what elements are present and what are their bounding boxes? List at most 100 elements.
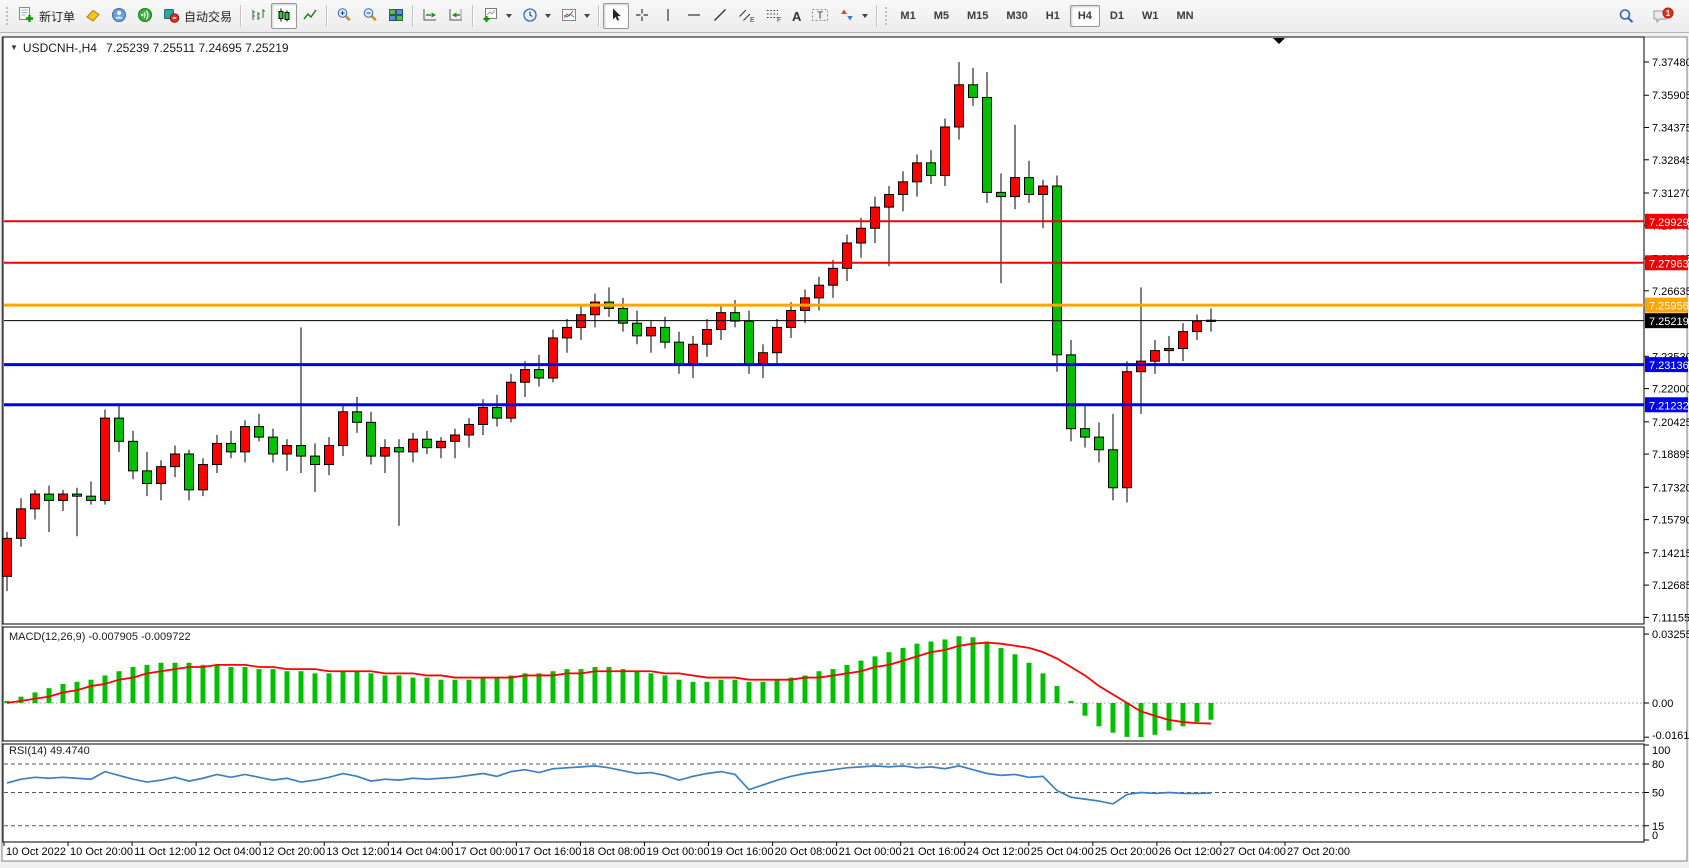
- rsi-axis-label: 80: [1652, 759, 1664, 771]
- cursor-tool-button[interactable]: [603, 3, 629, 29]
- channel-tool-button[interactable]: E: [733, 3, 760, 29]
- time-axis-label: 25 Oct 04:00: [1031, 846, 1094, 858]
- equidistant-channel-icon: E: [738, 7, 755, 26]
- period-button-M30[interactable]: M30: [998, 5, 1035, 27]
- svg-text:E: E: [750, 17, 755, 23]
- crosshair-tool-button[interactable]: [629, 3, 655, 29]
- time-axis-label: 21 Oct 00:00: [839, 846, 902, 858]
- zoom-in-icon: [336, 7, 352, 26]
- chart-canvas[interactable]: 7.374807.359057.343757.328457.312707.297…: [0, 33, 1689, 867]
- line-chart-button[interactable]: [297, 3, 323, 29]
- tile-windows-button[interactable]: [383, 3, 409, 29]
- signals-icon: [137, 7, 153, 26]
- price-badge-value: 7.25219: [1649, 316, 1689, 328]
- chart-shift-icon: [448, 7, 464, 26]
- market-watch-button[interactable]: [80, 3, 106, 29]
- bar-chart-icon: [250, 7, 266, 26]
- signals-button[interactable]: [132, 3, 158, 29]
- separator: [472, 5, 474, 27]
- autotrading-icon: [163, 7, 180, 26]
- toolbar-right-icons: 1: [1613, 3, 1679, 29]
- time-axis-label: 18 Oct 08:00: [582, 846, 645, 858]
- time-axis-label: 13 Oct 12:00: [326, 846, 389, 858]
- price-badge-value: 7.29929: [1649, 217, 1689, 229]
- tile-windows-icon: [388, 7, 404, 26]
- price-panel[interactable]: [3, 37, 1644, 624]
- time-axis-label: 24 Oct 12:00: [967, 846, 1030, 858]
- period-button-M15[interactable]: M15: [959, 5, 996, 27]
- time-axis-label: 26 Oct 12:00: [1159, 846, 1222, 858]
- fibonacci-tool-button[interactable]: F: [760, 3, 787, 29]
- periodicity-button[interactable]: [517, 3, 556, 29]
- candlestick-chart-button[interactable]: [271, 3, 297, 29]
- main-toolbar: 新订单 自动交易 E F A T M1M5M15M30H1H4D1W1MN 1: [0, 0, 1689, 33]
- text-tool-button[interactable]: A: [787, 3, 806, 29]
- price-axis-label: 7.26635: [1652, 286, 1689, 298]
- price-axis-label: 7.18895: [1652, 449, 1689, 461]
- period-button-M1[interactable]: M1: [892, 5, 923, 27]
- svg-text:T: T: [817, 10, 823, 21]
- label-tool-icon: T: [811, 7, 829, 26]
- separator: [412, 5, 414, 27]
- price-axis-label: 7.14215: [1652, 548, 1689, 560]
- zoom-out-icon: [362, 7, 378, 26]
- auto-scroll-button[interactable]: [417, 3, 443, 29]
- dropdown-caret-icon: [862, 14, 868, 18]
- label-tool-button[interactable]: T: [806, 3, 834, 29]
- macd-axis-label: -0.016137: [1652, 730, 1689, 742]
- navigator-button[interactable]: [106, 3, 132, 29]
- cursor-icon: [608, 7, 624, 26]
- time-axis-label: 17 Oct 16:00: [518, 846, 581, 858]
- new-order-icon: [17, 7, 35, 26]
- time-axis-label: 11 Oct 12:00: [134, 846, 196, 858]
- separator: [876, 5, 878, 27]
- toolbar-grip[interactable]: [884, 6, 888, 26]
- trendline-icon: [712, 7, 728, 26]
- zoom-out-button[interactable]: [357, 3, 383, 29]
- candlestick-chart-icon: [276, 7, 292, 26]
- price-badge-value: 7.27963: [1649, 258, 1689, 270]
- time-axis-label: 17 Oct 00:00: [454, 846, 517, 858]
- new-order-button[interactable]: 新订单: [12, 3, 80, 29]
- time-axis-label: 10 Oct 20:00: [70, 846, 133, 858]
- svg-text:F: F: [777, 17, 781, 23]
- price-badge-value: 7.23136: [1649, 360, 1689, 372]
- rsi-axis-label: 100: [1652, 745, 1670, 757]
- trendline-tool-button[interactable]: [707, 3, 733, 29]
- arrows-tool-button[interactable]: [834, 3, 873, 29]
- zoom-in-button[interactable]: [331, 3, 357, 29]
- time-axis-label: 10 Oct 2022: [6, 846, 66, 858]
- horizontal-line-tool-button[interactable]: [681, 3, 707, 29]
- fibonacci-icon: F: [765, 7, 782, 26]
- indicators-icon: [561, 7, 577, 26]
- dropdown-caret-icon: [545, 14, 551, 18]
- navigator-icon: [111, 7, 127, 26]
- time-axis-label: 27 Oct 04:00: [1223, 846, 1286, 858]
- new-chart-button[interactable]: [477, 3, 517, 29]
- period-button-D1[interactable]: D1: [1102, 5, 1132, 27]
- horizontal-line-icon: [686, 7, 702, 26]
- time-axis-label: 20 Oct 08:00: [775, 846, 838, 858]
- period-button-W1[interactable]: W1: [1134, 5, 1167, 27]
- vertical-line-tool-button[interactable]: [655, 3, 681, 29]
- separator: [598, 5, 600, 27]
- bar-chart-button[interactable]: [245, 3, 271, 29]
- autotrading-button[interactable]: 自动交易: [158, 3, 237, 29]
- search-button[interactable]: [1613, 3, 1641, 29]
- rsi-axis-label: 50: [1652, 788, 1664, 800]
- period-button-H1[interactable]: H1: [1038, 5, 1068, 27]
- period-button-MN[interactable]: MN: [1168, 5, 1201, 27]
- time-axis-label: 19 Oct 00:00: [647, 846, 710, 858]
- period-button-M5[interactable]: M5: [926, 5, 957, 27]
- toolbar-grip[interactable]: [5, 6, 9, 26]
- indicators-button[interactable]: [556, 3, 595, 29]
- time-axis-label: 12 Oct 20:00: [262, 846, 325, 858]
- dropdown-caret-icon: [506, 14, 512, 18]
- time-axis-label: 27 Oct 20:00: [1287, 846, 1350, 858]
- notifications-button[interactable]: 1: [1647, 3, 1679, 29]
- text-tool-icon: A: [792, 9, 801, 24]
- macd-panel[interactable]: [3, 627, 1644, 741]
- price-axis-label: 7.20425: [1652, 417, 1689, 429]
- period-button-H4[interactable]: H4: [1070, 5, 1100, 27]
- chart-shift-button[interactable]: [443, 3, 469, 29]
